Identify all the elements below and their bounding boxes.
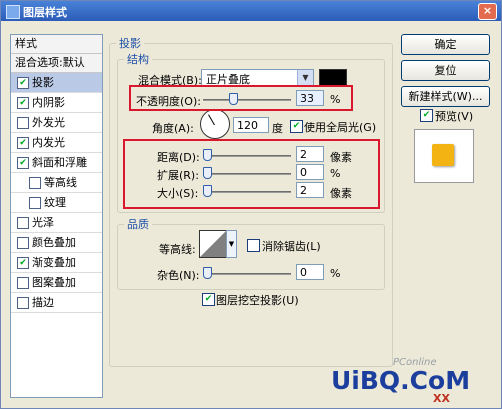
style-item-checkbox[interactable] <box>17 237 29 249</box>
layer-style-dialog: 图层样式 × 样式 混合选项:默认 ✔ 投影 ✔ 内阴影 外发光 ✔ 内发光 ✔ 斜面和浮雕 等高… <box>0 0 502 409</box>
style-item[interactable]: 颜色叠加 <box>11 233 102 253</box>
noise-input[interactable]: 0 <box>296 264 324 280</box>
style-item-label: 斜面和浮雕 <box>32 156 87 169</box>
contour-dropdown-arrow[interactable]: ▼ <box>226 230 237 258</box>
window-title: 图层样式 <box>23 6 67 19</box>
preview-swatch <box>432 144 454 166</box>
angle-label: 角度(A): <box>152 122 194 135</box>
ok-button[interactable]: 确定 <box>401 34 490 55</box>
style-item-checkbox[interactable] <box>17 117 29 129</box>
antialias-label: 消除锯齿(L) <box>262 240 321 253</box>
opacity-highlight-box <box>129 85 353 111</box>
reset-button[interactable]: 复位 <box>401 60 490 81</box>
style-item-label: 等高线 <box>44 176 77 189</box>
chevron-down-icon: ▼ <box>297 70 313 85</box>
preview-label: 预览(V) <box>435 110 474 123</box>
style-item-label: 内发光 <box>32 136 65 149</box>
style-item[interactable]: ✔ 内发光 <box>11 133 102 153</box>
angle-unit: 度 <box>272 122 283 135</box>
contour-label: 等高线: <box>159 243 196 256</box>
blend-options-label: 混合选项:默认 <box>15 56 85 69</box>
style-item-label: 图案叠加 <box>32 276 76 289</box>
checkmark-icon: ✔ <box>292 121 301 131</box>
contour-preview[interactable] <box>199 230 227 258</box>
style-item[interactable]: ✔ 渐变叠加 <box>11 253 102 273</box>
style-item[interactable]: 等高线 <box>11 173 102 193</box>
app-icon <box>6 5 20 19</box>
title-bar: 图层样式 × <box>1 1 501 21</box>
contour-curve-icon <box>200 231 226 257</box>
style-item[interactable]: ✔ 投影 <box>11 73 102 93</box>
global-light-checkbox[interactable]: ✔ <box>290 120 303 133</box>
style-item-checkbox[interactable] <box>17 277 29 289</box>
blend-mode-select[interactable]: 正片叠底 ▼ <box>201 69 314 86</box>
preview-checkbox[interactable]: ✔ <box>420 109 433 122</box>
angle-input[interactable]: 120 <box>233 117 269 133</box>
checkmark-icon: ✔ <box>204 294 213 304</box>
style-item[interactable]: 纹理 <box>11 193 102 213</box>
style-item-checkbox[interactable] <box>17 217 29 229</box>
noise-label: 杂色(N): <box>157 269 200 282</box>
style-item-label: 内阴影 <box>32 96 65 109</box>
style-item-label: 投影 <box>32 76 54 89</box>
shadow-color-swatch[interactable] <box>319 69 347 86</box>
style-item[interactable]: 图案叠加 <box>11 273 102 293</box>
style-item-label: 光泽 <box>32 216 54 229</box>
preview-box <box>414 129 474 183</box>
uibq-watermark: UiBQ.CoM <box>331 366 471 395</box>
angle-dial[interactable] <box>200 109 230 139</box>
style-item-checkbox[interactable]: ✔ <box>17 77 29 89</box>
style-item-label: 纹理 <box>44 196 66 209</box>
close-button[interactable]: × <box>478 3 497 20</box>
global-light-label: 使用全局光(G) <box>304 121 377 134</box>
antialias-checkbox[interactable] <box>247 239 260 252</box>
style-item-checkbox[interactable]: ✔ <box>17 137 29 149</box>
knockout-label: 图层挖空投影(U) <box>216 294 299 307</box>
quality-title: 品质 <box>127 218 149 231</box>
style-item-checkbox[interactable]: ✔ <box>17 257 29 269</box>
noise-slider-track[interactable] <box>203 273 291 275</box>
blend-options-item[interactable]: 混合选项:默认 <box>11 54 102 73</box>
knockout-checkbox[interactable]: ✔ <box>202 293 215 306</box>
style-item-checkbox[interactable] <box>29 177 41 189</box>
style-item-label: 外发光 <box>32 116 65 129</box>
drop-shadow-title: 投影 <box>119 37 141 50</box>
xx-watermark: XX <box>433 392 450 405</box>
style-item-label: 颜色叠加 <box>32 236 76 249</box>
style-item-label: 渐变叠加 <box>32 256 76 269</box>
shadow-params-highlight-box <box>123 139 380 209</box>
styles-list: 样式 混合选项:默认 ✔ 投影 ✔ 内阴影 外发光 ✔ 内发光 ✔ 斜面和浮雕 等高线 纹理 光泽 颜色… <box>10 34 103 398</box>
style-item-checkbox[interactable] <box>17 297 29 309</box>
style-item[interactable]: ✔ 内阴影 <box>11 93 102 113</box>
style-item[interactable]: 描边 <box>11 293 102 313</box>
style-item-checkbox[interactable]: ✔ <box>17 97 29 109</box>
style-item-label: 描边 <box>32 296 54 309</box>
styles-header-label: 样式 <box>15 37 37 50</box>
style-item[interactable]: 光泽 <box>11 213 102 233</box>
style-item[interactable]: ✔ 斜面和浮雕 <box>11 153 102 173</box>
noise-slider-handle[interactable] <box>203 267 212 279</box>
style-item-checkbox[interactable]: ✔ <box>17 157 29 169</box>
structure-title: 结构 <box>127 53 149 66</box>
style-item[interactable]: 外发光 <box>11 113 102 133</box>
styles-header[interactable]: 样式 <box>11 35 102 54</box>
style-item-checkbox[interactable] <box>29 197 41 209</box>
angle-needle <box>208 114 215 126</box>
noise-unit: % <box>330 267 341 280</box>
chevron-down-icon: ▼ <box>228 240 235 248</box>
checkmark-icon: ✔ <box>422 110 431 120</box>
new-style-button[interactable]: 新建样式(W)... <box>401 86 490 107</box>
